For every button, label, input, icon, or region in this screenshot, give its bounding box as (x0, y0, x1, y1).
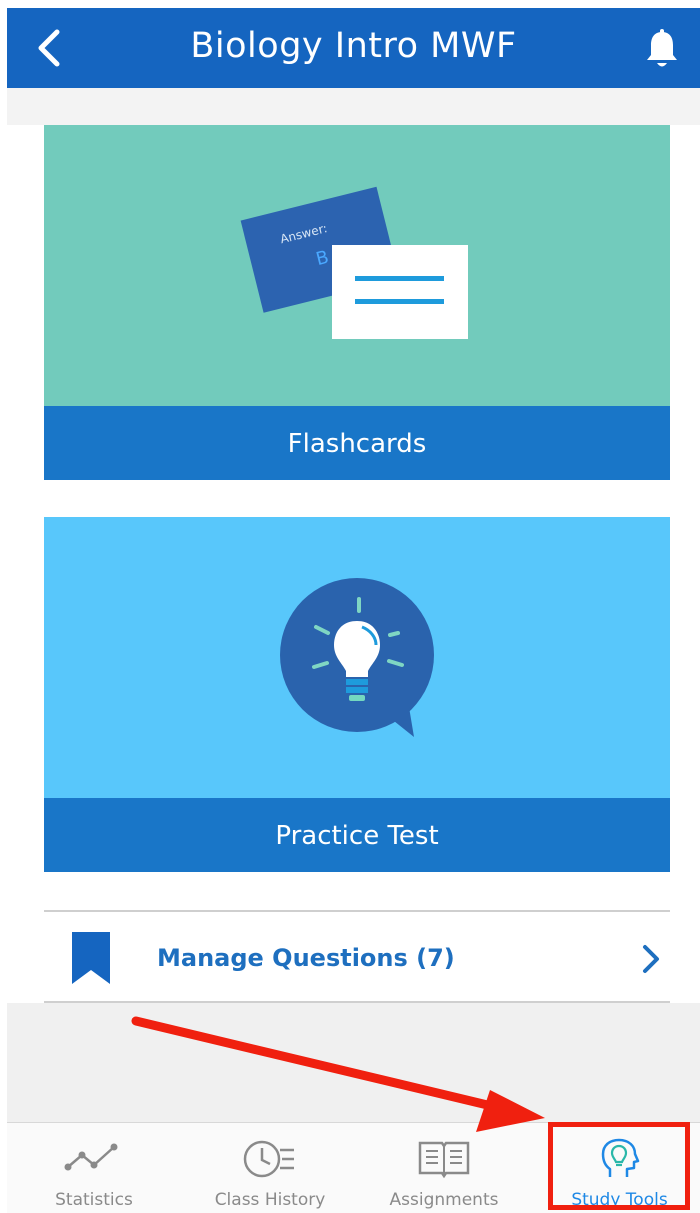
tab-study-tools[interactable]: Study Tools (548, 1123, 691, 1213)
manage-questions-label: Manage Questions (7) (157, 944, 455, 972)
tab-study-tools-label: Study Tools (571, 1190, 668, 1210)
app-header: Biology Intro MWF (7, 8, 700, 88)
clock-history-icon (243, 1140, 294, 1178)
bell-icon[interactable] (642, 28, 682, 72)
bookmark-icon (72, 932, 110, 984)
page-title: Biology Intro MWF (190, 26, 517, 66)
tab-statistics[interactable]: Statistics (32, 1123, 156, 1213)
flashcards-icon: Answer: B (240, 186, 468, 339)
tab-class-history[interactable]: Class History (205, 1123, 335, 1213)
flashcards-card[interactable]: Answer: B Flashcards (44, 125, 670, 480)
book-icon (418, 1141, 470, 1179)
tab-assignments[interactable]: Assignments (379, 1123, 509, 1213)
tab-statistics-label: Statistics (55, 1190, 133, 1210)
lightbulb-speech-icon (280, 578, 434, 737)
subheader-bar (7, 88, 700, 125)
practice-test-card[interactable]: Practice Test (44, 517, 670, 872)
flashcards-label: Flashcards (44, 406, 670, 480)
chevron-right-icon (643, 945, 659, 973)
tab-class-history-label: Class History (214, 1190, 326, 1210)
line-chart-icon (64, 1143, 118, 1171)
practice-test-label: Practice Test (44, 798, 670, 872)
empty-area (7, 1003, 700, 1123)
flashcard-front (332, 245, 468, 339)
bottom-tab-bar: Statistics Class History Assignments Stu… (7, 1122, 700, 1213)
practice-test-illustration (44, 517, 670, 798)
tab-assignments-label: Assignments (389, 1190, 499, 1210)
flashcards-illustration: Answer: B (44, 125, 670, 406)
lightbulb-head-icon (601, 1138, 639, 1177)
manage-questions-row[interactable]: Manage Questions (7) (44, 910, 670, 1003)
